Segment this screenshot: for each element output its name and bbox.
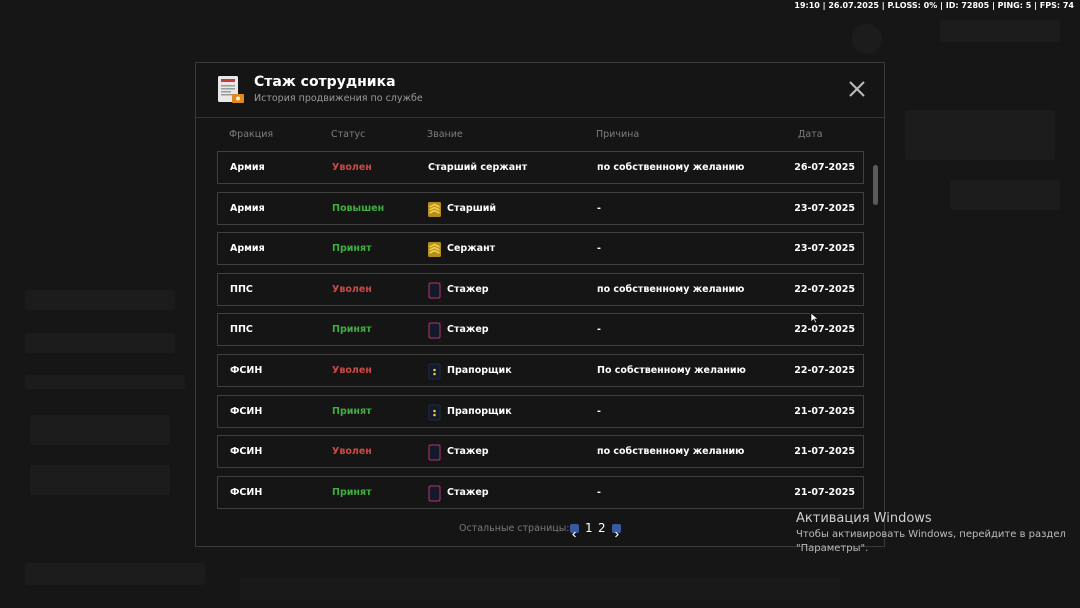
- row-status: Принят: [332, 243, 372, 255]
- epaulette-stars-icon: [428, 403, 441, 421]
- status-bar: 19:10 | 26.07.2025 | P.LOSS: 0% | ID: 72…: [794, 1, 1074, 10]
- table-row: ФСИН Принят Прапорщик - 21-07-2025: [217, 394, 864, 428]
- row-rank-label: Старший сержант: [428, 162, 528, 173]
- row-reason: по собственному желанию: [597, 162, 745, 173]
- row-date: 22-07-2025: [794, 324, 855, 336]
- row-rank: Старший сержант: [428, 152, 527, 183]
- pager-prev-button[interactable]: [570, 524, 579, 538]
- col-date: Дата: [798, 129, 823, 140]
- table-row: Армия Уволен Старший сержант по собственном…: [217, 151, 864, 184]
- row-date: 23-07-2025: [794, 243, 855, 255]
- table-row: Армия Принят Сержант - 23-07-2025: [217, 232, 864, 266]
- row-rank-label: Прапорщик: [447, 405, 512, 417]
- row-faction: ППС: [230, 283, 253, 295]
- row-date: 22-07-2025: [794, 283, 855, 295]
- row-status: Уволен: [332, 283, 372, 295]
- modal-subtitle: История продвижения по службе: [254, 93, 423, 104]
- row-faction: ФСИН: [230, 486, 263, 498]
- table-row: ППС Уволен Стажер по собственному желанию 22…: [217, 272, 864, 306]
- history-list[interactable]: Армия Уволен Старший сержант по собственном…: [217, 151, 864, 509]
- table-row: Армия Повышен Старший - 23-07-2025: [217, 191, 864, 225]
- row-date: 23-07-2025: [794, 202, 855, 214]
- pager-next-button[interactable]: [612, 524, 621, 538]
- row-status: Уволен: [332, 365, 372, 376]
- close-icon: [849, 81, 865, 97]
- row-faction: Армия: [230, 243, 265, 255]
- row-rank-label: Стажер: [447, 486, 489, 498]
- row-reason: -: [597, 324, 601, 336]
- row-faction: ФСИН: [230, 405, 263, 417]
- row-reason: -: [597, 486, 601, 498]
- row-status: Уволен: [332, 162, 372, 173]
- table-row: ППС Принят Стажер - 22-07-2025: [217, 313, 864, 347]
- employee-seniority-modal: Стаж сотрудника История продвижения по с…: [195, 62, 885, 547]
- table-header: Фракция Статус Звание Причина Дата: [196, 129, 884, 143]
- windows-activation-title: Активация Windows: [796, 511, 932, 526]
- close-button[interactable]: [848, 80, 866, 98]
- row-rank-label: Стажер: [447, 283, 489, 295]
- row-date: 26-07-2025: [794, 162, 855, 173]
- row-rank: Старший: [428, 193, 496, 224]
- modal-title: Стаж сотрудника: [254, 74, 396, 90]
- row-status: Принят: [332, 405, 372, 417]
- row-reason: -: [597, 243, 601, 255]
- row-reason: -: [597, 202, 601, 214]
- row-status: Принят: [332, 324, 372, 336]
- pager-page-2[interactable]: 2: [598, 521, 606, 535]
- row-faction: ФСИН: [230, 446, 263, 458]
- mouse-cursor-icon: [810, 312, 819, 324]
- row-reason: по собственному желанию: [597, 446, 745, 458]
- windows-activation-subtitle: Чтобы активировать Windows, перейдите в …: [796, 529, 1066, 554]
- table-row: ФСИН Принят Стажер - 21-07-2025: [217, 475, 864, 509]
- row-rank-label: Стажер: [447, 324, 489, 336]
- row-rank-label: Прапорщик: [447, 365, 512, 376]
- epaulette-plain-icon: [428, 281, 441, 299]
- row-rank: Сержант: [428, 233, 495, 264]
- row-reason: по собственному желанию: [597, 283, 745, 295]
- pager-page-1[interactable]: 1: [585, 521, 593, 535]
- epaulette-plain-icon: [428, 321, 441, 339]
- row-faction: ФСИН: [230, 365, 263, 376]
- chevron-left-icon: [572, 531, 576, 538]
- row-status: Уволен: [332, 446, 372, 458]
- row-status: Повышен: [332, 202, 385, 214]
- row-reason: -: [597, 405, 601, 417]
- row-faction: Армия: [230, 202, 265, 214]
- row-rank: Стажер: [428, 314, 489, 345]
- row-rank-label: Сержант: [447, 243, 496, 255]
- row-date: 21-07-2025: [794, 446, 855, 458]
- scrollbar-thumb[interactable]: [873, 165, 878, 205]
- row-reason: По собственному желанию: [597, 365, 746, 376]
- row-rank: Стажер: [428, 477, 489, 508]
- col-faction: Фракция: [229, 129, 274, 140]
- epaulette-plain-icon: [428, 443, 441, 461]
- col-rank: Звание: [427, 129, 463, 140]
- row-rank: Стажер: [428, 274, 489, 305]
- army-stripes-icon: [428, 240, 441, 258]
- chevron-right-icon: [615, 531, 619, 538]
- table-row: ФСИН Уволен Стажер по собственному желанию 2…: [217, 435, 864, 469]
- army-stripes-icon: [428, 200, 441, 217]
- row-date: 21-07-2025: [794, 405, 855, 417]
- row-rank: Прапорщик: [428, 355, 512, 386]
- epaulette-stars-icon: [428, 362, 441, 380]
- row-date: 22-07-2025: [794, 365, 855, 376]
- row-date: 21-07-2025: [794, 486, 855, 498]
- col-status: Статус: [331, 129, 366, 140]
- row-faction: ППС: [230, 324, 253, 336]
- row-status: Принят: [332, 486, 372, 498]
- pager-label: Остальные страницы:: [459, 523, 570, 534]
- modal-header: Стаж сотрудника История продвижения по с…: [196, 63, 884, 118]
- row-rank: Прапорщик: [428, 396, 512, 427]
- row-faction: Армия: [230, 162, 265, 173]
- epaulette-plain-icon: [428, 484, 441, 502]
- table-row: ФСИН Уволен Прапорщик По собственному желан…: [217, 354, 864, 387]
- document-certificate-icon: [216, 75, 246, 105]
- row-rank-label: Стажер: [447, 446, 489, 458]
- row-rank-label: Старший: [447, 202, 497, 214]
- row-rank: Стажер: [428, 436, 489, 467]
- col-reason: Причина: [596, 129, 640, 140]
